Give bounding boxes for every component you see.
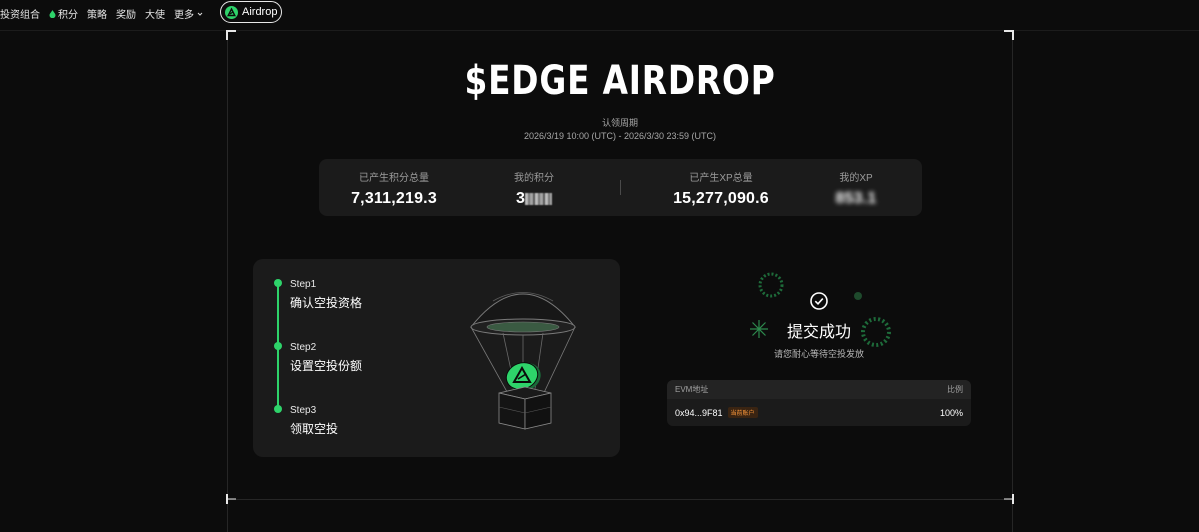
- stat-total-points: 已产生积分总量 7,311,219.3: [319, 169, 469, 208]
- evm-address: 0x94...9F81: [675, 407, 723, 418]
- stats-divider: [620, 180, 621, 195]
- step-dot-1: [274, 279, 282, 287]
- step-dot-2: [274, 342, 282, 350]
- drop-icon: [49, 9, 56, 18]
- stat-my-points-digit: 3: [515, 190, 526, 207]
- step-2-text: 设置空投份额: [290, 359, 363, 373]
- stat-my-points: 我的积分 3: [459, 169, 609, 208]
- stat-my-xp-blurred: 853.1: [835, 190, 876, 208]
- corner-mark-br: [1004, 494, 1014, 504]
- step-1-text: 确认空投资格: [290, 296, 363, 310]
- claim-period-dates: 2026/3/19 10:00 (UTC) - 2026/3/30 23:59 …: [523, 131, 717, 141]
- stats-panel: 已产生积分总量 7,311,219.3 我的积分 3 已产生XP总量 15,27…: [319, 159, 922, 216]
- corner-mark-tr: [1004, 30, 1014, 40]
- chevron-down-icon: [197, 12, 203, 16]
- corner-mark-bl: [226, 494, 236, 504]
- nav-points[interactable]: 积分: [49, 6, 78, 21]
- top-nav: 投资组合 积分 策略 奖励 大使 更多: [0, 0, 1199, 27]
- step-3-number: Step3: [290, 405, 317, 416]
- stat-total-xp: 已产生XP总量 15,277,090.6: [646, 169, 796, 208]
- stat-my-xp-value: 853.1: [781, 190, 931, 208]
- airdrop-tab-label: Airdrop: [242, 6, 278, 18]
- stat-my-xp: 我的XP 853.1: [781, 169, 931, 208]
- nav-portfolio-label: 投资组合: [0, 10, 40, 21]
- column-header-address: EVM地址: [675, 385, 709, 394]
- success-title: 提交成功: [786, 324, 851, 341]
- stat-total-points-value: 7,311,219.3: [351, 190, 437, 207]
- table-row: 0x94...9F81 当前账户 100%: [667, 399, 971, 426]
- stat-total-points-label: 已产生积分总量: [359, 173, 429, 184]
- nav-strategy-label: 策略: [87, 10, 107, 21]
- nav-more[interactable]: 更多: [174, 6, 203, 21]
- nav-strategy[interactable]: 策略: [87, 6, 107, 21]
- stat-my-points-value: 3: [459, 190, 609, 208]
- firework-decoration: [758, 272, 784, 298]
- stat-my-points-label: 我的积分: [514, 173, 554, 184]
- frame-bottom-divider: [227, 499, 1013, 500]
- stat-my-xp-text: 853.1: [835, 190, 877, 207]
- step-1-number: Step1: [290, 279, 317, 290]
- airdrop-tab[interactable]: Airdrop: [220, 1, 282, 23]
- address-cell: 0x94...9F81 当前账户: [675, 407, 758, 418]
- evm-address-table: EVM地址 比例 0x94...9F81 当前账户 100%: [667, 380, 971, 426]
- nav-points-label: 积分: [58, 10, 78, 21]
- claim-period-label: 认领周期: [601, 118, 638, 128]
- stat-total-xp-value: 15,277,090.6: [673, 190, 769, 207]
- redacted-blur: [525, 192, 553, 205]
- nav-rewards-label: 奖励: [116, 10, 136, 21]
- firework-decoration: [854, 292, 862, 300]
- edge-logo-icon: [225, 5, 238, 19]
- page-title: $EDGE AIRDROP: [464, 58, 776, 104]
- stat-my-xp-label: 我的XP: [839, 173, 873, 184]
- step-2-number: Step2: [290, 342, 317, 353]
- steps-card: Step1 确认空投资格 Step2 设置空投份额 Step3 领取空投: [253, 259, 620, 457]
- column-header-ratio: 比例: [947, 385, 963, 394]
- step-3-text: 领取空投: [290, 422, 339, 436]
- current-account-badge: 当前账户: [727, 407, 758, 418]
- ratio-value: 100%: [939, 407, 963, 418]
- success-subtitle: 请您耐心等待空投发放: [773, 349, 864, 359]
- table-header: EVM地址 比例: [667, 380, 971, 399]
- stat-total-xp-label: 已产生XP总量: [689, 173, 753, 184]
- corner-mark-tl: [226, 30, 236, 40]
- nav-ambassador-label: 大使: [145, 10, 165, 21]
- parachute-illustration: [470, 292, 576, 430]
- check-circle-icon: [810, 292, 828, 310]
- nav-portfolio[interactable]: 投资组合: [0, 6, 40, 21]
- nav-more-label: 更多: [174, 10, 194, 21]
- step-dot-3: [274, 405, 282, 413]
- nav-rewards[interactable]: 奖励: [116, 6, 136, 21]
- nav-ambassador[interactable]: 大使: [145, 6, 165, 21]
